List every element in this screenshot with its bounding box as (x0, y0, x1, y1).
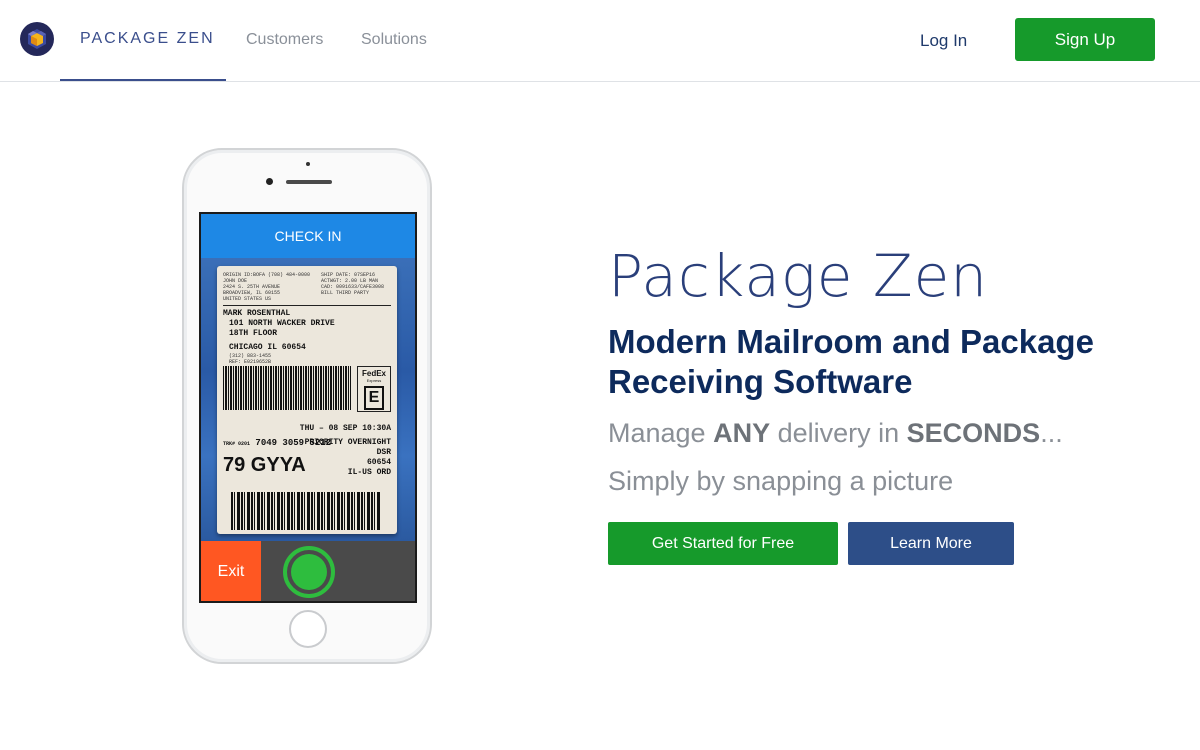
site-header: PACKAGE ZEN Customers Solutions Log In S… (0, 0, 1200, 82)
brand-name[interactable]: PACKAGE ZEN (80, 30, 215, 48)
label-to-floor: 18TH FLOOR (229, 329, 278, 338)
active-nav-indicator (60, 79, 226, 81)
label-to-city: CHICAGO IL 60654 (229, 343, 306, 352)
carrier-name: FedEx (361, 369, 386, 378)
phone-speaker (286, 180, 332, 184)
label-zip: 60654 (366, 458, 391, 467)
label-service-info: PRIORITY OVERNIGHT DSR 60654 IL-US ORD (305, 438, 391, 478)
camera-viewfinder: ORIGIN ID:BOFA (708) 484-0000 JOHN DOE 2… (201, 258, 415, 541)
camera-controls: Exit (201, 541, 415, 601)
hero-subtitle: Modern Mailroom and Package Receiving So… (608, 323, 1094, 400)
package-zen-logo-icon[interactable] (20, 22, 54, 56)
label-origin: ORIGIN ID:BOFA (708) 484-0000 JOHN DOE 2… (223, 272, 311, 302)
hero-tagline: Manage ANY delivery in SECONDS... (608, 418, 1063, 449)
exit-button[interactable]: Exit (201, 541, 261, 601)
learn-more-button[interactable]: Learn More (848, 522, 1014, 565)
hero-tagline-2: Simply by snapping a picture (608, 466, 954, 496)
label-divider (223, 305, 391, 306)
phone-mockup: CHECK IN ORIGIN ID:BOFA (708) 484-0000 J… (182, 148, 432, 664)
hero-title: Package Zen (608, 242, 989, 310)
label-2d-barcode (223, 366, 351, 410)
phone-screen: CHECK IN ORIGIN ID:BOFA (708) 484-0000 J… (199, 212, 417, 603)
label-ref: (312) 883-1455 REF: E0219652B (229, 353, 272, 365)
label-to-name: MARK ROSENTHAL (223, 309, 291, 318)
carrier-sub: Express (366, 378, 382, 383)
label-route-code: 79 GYYA (223, 454, 306, 476)
tagline-ellipsis: ... (1040, 418, 1063, 448)
carrier-logo: FedEx Express E (357, 366, 391, 412)
login-link[interactable]: Log In (920, 31, 967, 51)
nav-customers[interactable]: Customers (246, 31, 323, 49)
shutter-button[interactable] (283, 546, 335, 598)
label-delivery-date: THU – 08 SEP 10:30A (223, 424, 391, 433)
trk-prefix: TRK# 0201 (223, 441, 251, 447)
service-name: PRIORITY OVERNIGHT (304, 438, 391, 447)
label-ship-info: SHIP DATE: 07SEP16 ACTWGT: 2.00 LB MAN C… (321, 272, 385, 296)
tagline-seconds: SECONDS (906, 418, 1041, 448)
label-dest: IL-US ORD (347, 468, 391, 477)
get-started-button[interactable]: Get Started for Free (608, 522, 838, 565)
label-dsr: DSR (376, 448, 391, 457)
phone-sensor (306, 162, 310, 166)
tagline-part-a: Manage (608, 418, 714, 448)
shipping-label-photo: ORIGIN ID:BOFA (708) 484-0000 JOHN DOE 2… (217, 266, 397, 534)
phone-home-button (289, 610, 327, 648)
tagline-any: ANY (713, 418, 771, 448)
label-to-street: 101 NORTH WACKER DRIVE (229, 319, 335, 328)
phone-front-camera (266, 178, 273, 185)
nav-solutions[interactable]: Solutions (361, 31, 427, 49)
label-1d-barcode (231, 492, 381, 530)
delivery-date-text: THU – 08 SEP 10:30A (299, 424, 391, 433)
service-letter: E (364, 386, 384, 410)
tagline-part-c: delivery in (770, 418, 907, 448)
checkin-header: CHECK IN (201, 214, 415, 258)
signup-button[interactable]: Sign Up (1015, 18, 1155, 61)
